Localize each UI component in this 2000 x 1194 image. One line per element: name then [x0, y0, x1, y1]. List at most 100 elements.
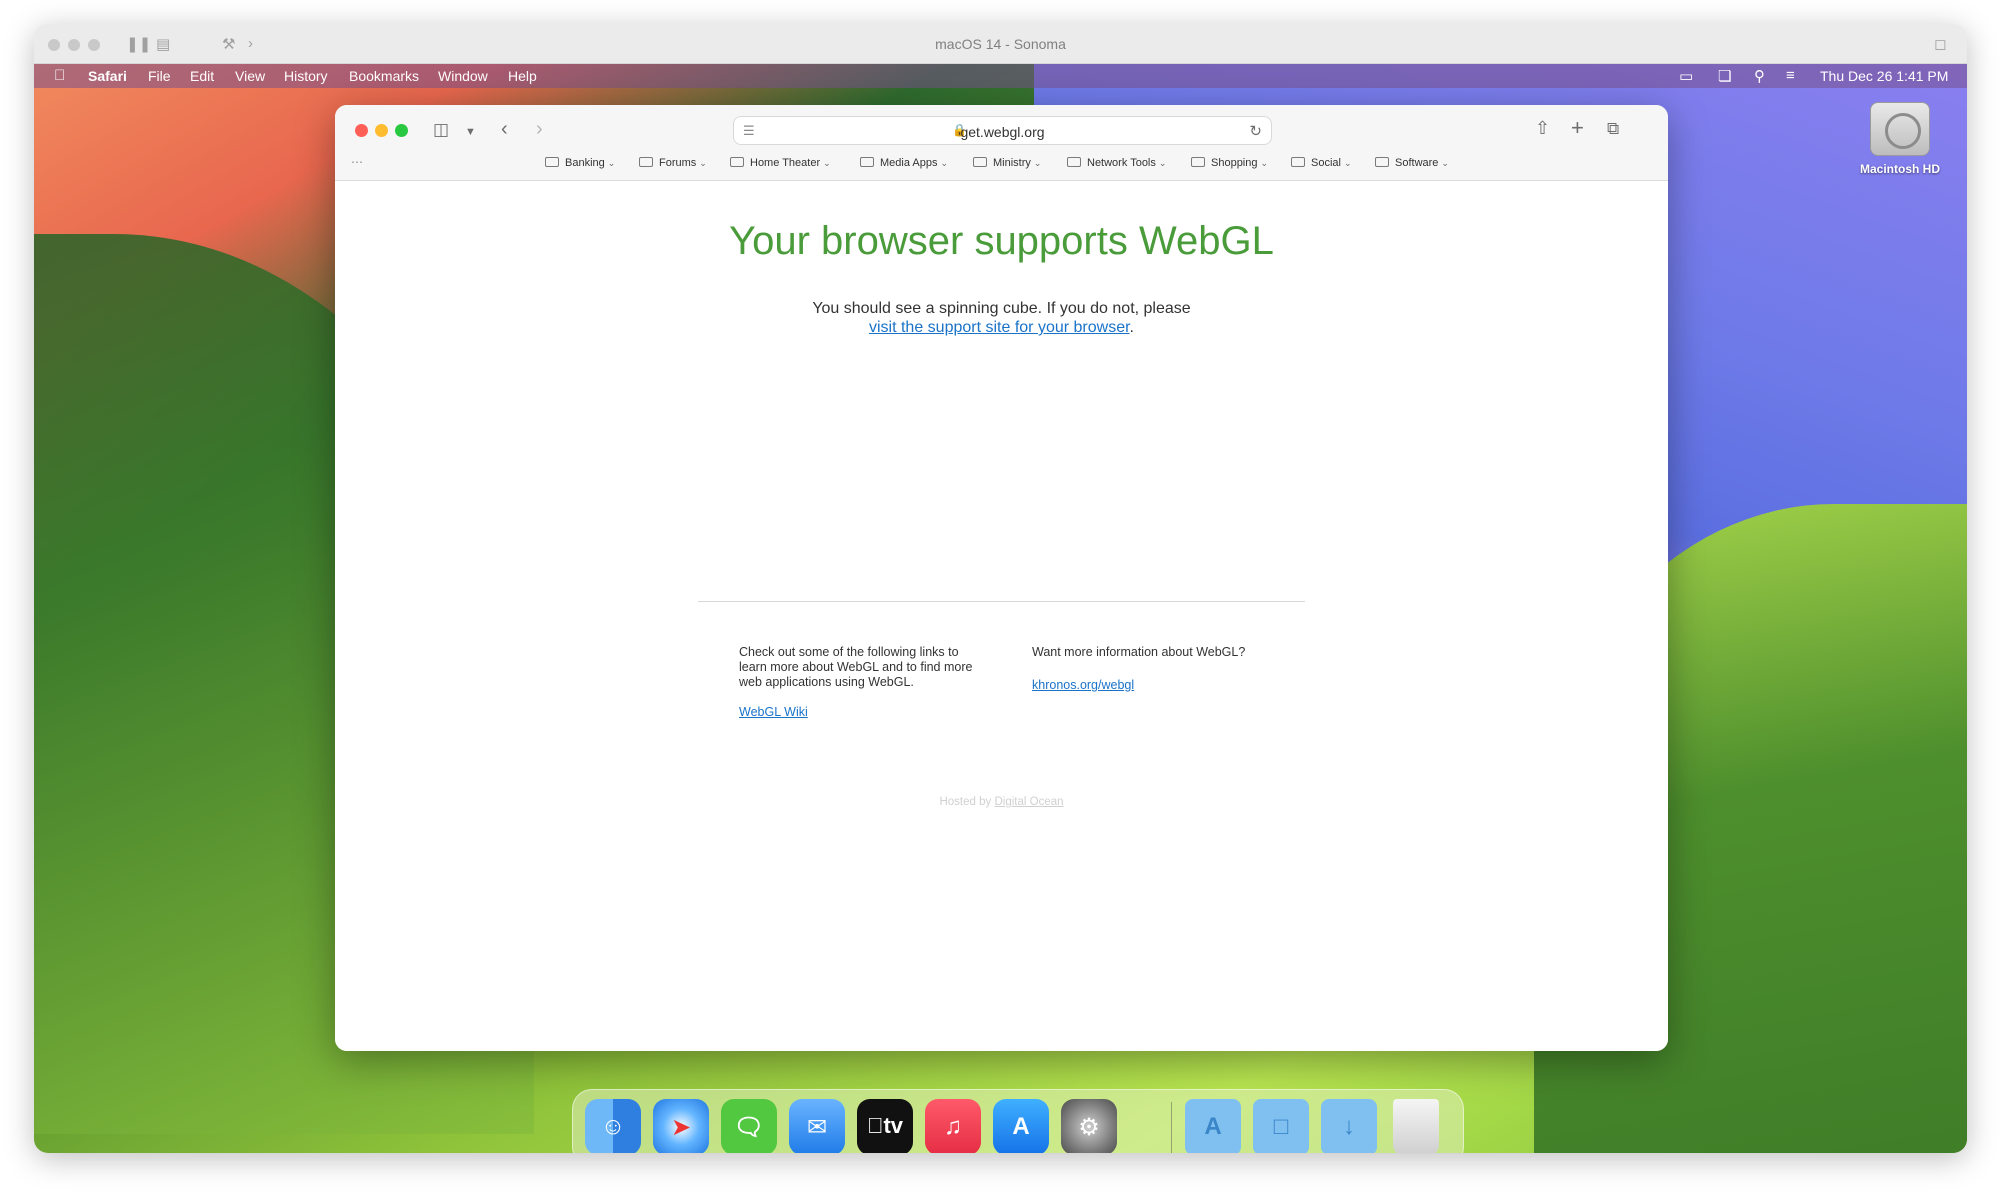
khronos-link[interactable]: khronos.org/webgl	[1032, 678, 1134, 693]
folder-icon	[860, 157, 874, 167]
finder-icon[interactable]: ☺	[585, 1099, 641, 1153]
close-button[interactable]	[355, 124, 368, 137]
trash-icon[interactable]	[1393, 1099, 1439, 1153]
divider	[698, 601, 1305, 602]
webgl-wiki-link[interactable]: WebGL Wiki	[739, 705, 808, 720]
vm-titlebar: ❚❚ ▤ ⚒ › macOS 14 - Sonoma ◻	[34, 24, 1967, 64]
chevron-down-icon: ⌄	[1343, 158, 1352, 168]
search-icon[interactable]: ⚲	[1754, 67, 1765, 85]
menu-view[interactable]: View	[235, 68, 265, 84]
dock-separator	[1171, 1102, 1172, 1153]
menu-safari[interactable]: Safari	[88, 68, 127, 84]
folder-icon	[1291, 157, 1305, 167]
chevron-down-icon[interactable]: ▼	[465, 126, 476, 138]
fullscreen-icon[interactable]: ◻	[1934, 35, 1946, 53]
vm-window: ❚❚ ▤ ⚒ › macOS 14 - Sonoma ◻  Safari Fi…	[34, 24, 1967, 1153]
folder-icon	[730, 157, 744, 167]
bookmark-social[interactable]: Social ⌄	[1291, 157, 1352, 169]
bookmark-label: Media Apps	[880, 157, 938, 169]
tab-overview-icon[interactable]: ⧉	[1607, 119, 1619, 139]
applications-folder-icon[interactable]: A	[1185, 1099, 1241, 1153]
documents-folder-icon[interactable]: □	[1253, 1099, 1309, 1153]
info-description: Want more information about WebGL?	[1032, 645, 1246, 659]
forward-icon[interactable]: ›	[536, 118, 543, 141]
speech-bubble-icon: 🗨	[733, 1114, 765, 1141]
bookmark-label: Software	[1395, 157, 1439, 169]
bookmark-network-tools[interactable]: Network Tools ⌄	[1067, 157, 1166, 169]
url-text[interactable]: get.webgl.org	[734, 124, 1271, 140]
bookmark-label: Forums	[659, 157, 697, 169]
bookmark-home-theater[interactable]: Home Theater ⌄	[730, 157, 831, 169]
bookmark-label: Network Tools	[1087, 157, 1156, 169]
info-column: Want more information about WebGL? khron…	[1032, 645, 1292, 693]
chevron-down-icon: ⌄	[1158, 158, 1167, 168]
links-column: Check out some of the following links to…	[739, 645, 989, 720]
hosted-prefix: Hosted by	[939, 796, 992, 808]
hard-drive-icon[interactable]	[1870, 102, 1930, 156]
chevron-down-icon: ⌄	[940, 158, 949, 168]
bookmark-software[interactable]: Software ⌄	[1375, 157, 1449, 169]
messages-icon[interactable]: 🗨	[721, 1099, 777, 1153]
folder-icon	[1067, 157, 1081, 167]
new-tab-icon[interactable]: +	[1571, 115, 1584, 141]
screen-mirroring-icon[interactable]: ▭	[1679, 67, 1693, 85]
bookmark-label: Home Theater	[750, 157, 821, 169]
apple-menu-icon[interactable]: 	[54, 67, 65, 84]
hosted-by: Hosted by Digital Ocean	[335, 796, 1668, 808]
menu-clock[interactable]: Thu Dec 26 1:41 PM	[1820, 68, 1948, 84]
control-center-icon[interactable]: ≡	[1786, 67, 1795, 84]
music-note-icon: ♫	[944, 1113, 962, 1140]
chevron-down-icon: ⌄	[823, 158, 831, 168]
bookmark-media-apps[interactable]: Media Apps ⌄	[860, 157, 948, 169]
document-glyph-icon: □	[1273, 1113, 1289, 1140]
folder-icon	[973, 157, 987, 167]
app-store-a-icon: A	[1012, 1113, 1030, 1140]
envelope-icon: ✉	[806, 1114, 828, 1141]
bookmark-banking[interactable]: Banking ⌄	[545, 157, 615, 169]
bookmark-shopping[interactable]: Shopping ⌄	[1191, 157, 1268, 169]
folder-icon	[1375, 157, 1389, 167]
menu-window[interactable]: Window	[438, 68, 488, 84]
menu-file[interactable]: File	[148, 68, 171, 84]
minimize-button[interactable]	[375, 124, 388, 137]
menu-bookmarks[interactable]: Bookmarks	[349, 68, 419, 84]
tv-label: tv	[875, 1113, 903, 1138]
folder-icon	[639, 157, 653, 167]
vm-title: macOS 14 - Sonoma	[935, 36, 1066, 52]
sidebar-icon[interactable]: ◫	[433, 120, 449, 140]
safari-toolbar: ◫ ▼ ‹ › ☰ 🔒 get.webgl.org ↻ ⇧ + ⧉ ⋯ Bank…	[335, 105, 1668, 181]
reload-icon[interactable]: ↻	[1249, 122, 1262, 140]
dock: ☺ ➤ 🗨 ✉ tv ♫ A ⚙ A □ ↓	[572, 1089, 1464, 1153]
instruction-text: You should see a spinning cube. If you d…	[812, 300, 1191, 317]
chevron-down-icon: ⌄	[1033, 158, 1042, 168]
bookmark-ministry[interactable]: Ministry ⌄	[973, 157, 1041, 169]
system-settings-icon[interactable]: ⚙	[1061, 1099, 1117, 1153]
chevron-down-icon: ⌄	[699, 158, 707, 168]
download-glyph-icon: ↓	[1343, 1113, 1355, 1140]
menu-help[interactable]: Help	[508, 68, 537, 84]
window-icon[interactable]: ❏	[1718, 67, 1731, 85]
apple-tv-logo: tv	[857, 1113, 913, 1139]
downloads-folder-icon[interactable]: ↓	[1321, 1099, 1377, 1153]
music-icon[interactable]: ♫	[925, 1099, 981, 1153]
digital-ocean-link[interactable]: Digital Ocean	[994, 796, 1063, 808]
bookmarks-bar: Banking ⌄ Forums ⌄ Home Theater ⌄ Media App…	[335, 154, 1668, 178]
share-icon[interactable]: ⇧	[1535, 118, 1550, 139]
mail-icon[interactable]: ✉	[789, 1099, 845, 1153]
bookmark-label: Banking	[565, 157, 605, 169]
address-bar[interactable]: ☰ 🔒 get.webgl.org ↻	[733, 116, 1272, 145]
bookmark-forums[interactable]: Forums ⌄	[639, 157, 707, 169]
bookmark-label: Social	[1311, 157, 1341, 169]
zoom-button[interactable]	[395, 124, 408, 137]
folder-icon	[545, 157, 559, 167]
app-store-icon[interactable]: A	[993, 1099, 1049, 1153]
apple-tv-icon[interactable]: tv	[857, 1099, 913, 1153]
support-link[interactable]: visit the support site for your browser	[869, 319, 1130, 336]
menu-edit[interactable]: Edit	[190, 68, 214, 84]
back-icon[interactable]: ‹	[501, 118, 508, 141]
safari-icon[interactable]: ➤	[653, 1099, 709, 1153]
menu-history[interactable]: History	[284, 68, 328, 84]
bookmark-label: Ministry	[993, 157, 1031, 169]
bookmark-label: Shopping	[1211, 157, 1258, 169]
links-description: Check out some of the following links to…	[739, 645, 973, 689]
